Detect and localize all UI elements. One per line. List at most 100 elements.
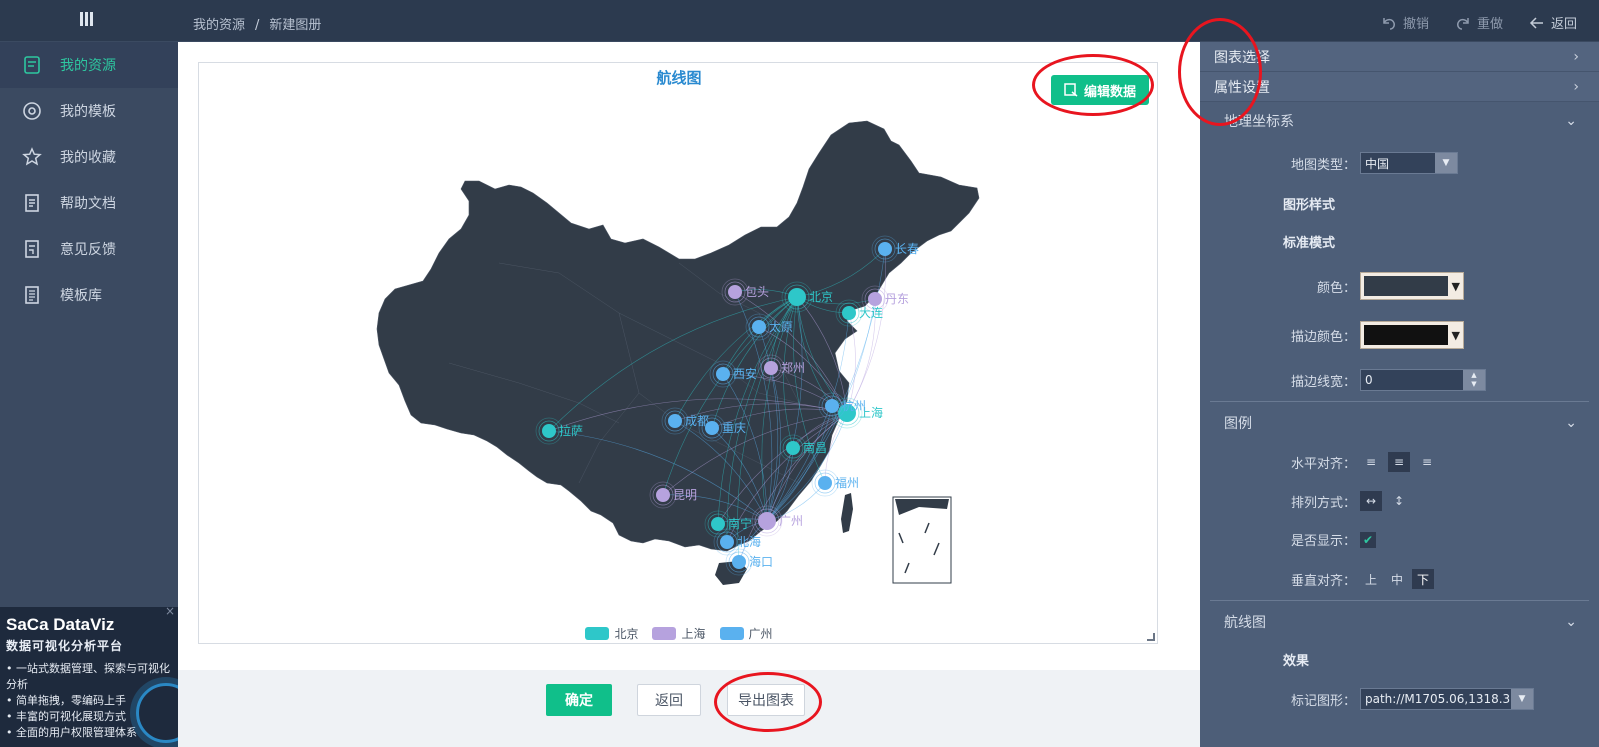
city-label: 北海 — [737, 534, 761, 549]
layout-label: 排列方式： — [1290, 495, 1356, 511]
v-align-middle[interactable]: 中 — [1386, 569, 1408, 589]
redo-icon — [1456, 17, 1469, 30]
color-picker[interactable]: ▼ — [1360, 272, 1464, 300]
shape-style-title: 图形样式 — [1283, 198, 1336, 213]
chart-legend: 北京 上海 广州 — [199, 625, 1159, 642]
export-chart-button[interactable]: 导出图表 — [727, 684, 805, 716]
legend-item-beijing[interactable]: 北京 — [585, 625, 638, 642]
legend-swatch — [652, 627, 677, 640]
geo-section-header[interactable]: 地理坐标系 ⌄ — [1200, 102, 1599, 140]
city-dot — [818, 476, 832, 490]
border-color-swatch — [1364, 325, 1448, 345]
legend-label: 上海 — [681, 627, 706, 641]
sidebar-item-label: 我的模板 — [60, 104, 116, 120]
vertical-layout-icon[interactable]: ↕ — [1388, 491, 1410, 511]
city-dot — [728, 285, 742, 299]
redo-button[interactable]: 重做 — [1455, 13, 1503, 32]
divider — [1210, 600, 1589, 601]
back-button[interactable]: 返回 — [637, 684, 701, 716]
close-icon[interactable]: × — [165, 607, 175, 618]
align-left-icon[interactable]: ≡ — [1360, 452, 1382, 472]
city-label: 福州 — [835, 475, 859, 490]
arrow-left-icon — [1529, 16, 1543, 29]
v-align-options: 上 中 下 — [1360, 569, 1434, 589]
city-label: 昆明 — [673, 488, 697, 502]
chart-container[interactable]: 航线图 编辑数据 长春 包头 北京 丹东 大连 太原 郑州 西安 上海 成都 重庆 拉萨 南昌 福州 昆明南… — [198, 62, 1158, 644]
breadcrumb-root[interactable]: 我的资源 — [193, 18, 245, 33]
back-top-button[interactable]: 返回 — [1529, 13, 1577, 32]
border-color-row: 描边颜色： ▼ — [1200, 321, 1464, 349]
feedback-icon — [25, 240, 39, 258]
spinner-icon[interactable]: ▲ ▼ — [1463, 370, 1485, 390]
v-align-bottom[interactable]: 下 — [1412, 569, 1434, 589]
city-marker[interactable]: 福州 — [811, 469, 859, 497]
city-label: 重庆 — [722, 421, 746, 435]
city-label: 西安 — [733, 366, 757, 381]
sidebar-item-label: 帮助文档 — [60, 196, 116, 212]
h-align-row: 水平对齐： ≡ ≡ ≡ — [1200, 452, 1438, 472]
city-dot — [868, 292, 882, 306]
undo-button[interactable]: 撤销 — [1381, 13, 1429, 32]
sidebar-item-templates[interactable]: 我的模板 — [0, 88, 178, 134]
chevron-right-icon: › — [1573, 48, 1579, 65]
sidebar-item-label: 模板库 — [60, 288, 102, 304]
city-label: 北京 — [809, 290, 833, 304]
sidebar-item-favorites[interactable]: 我的收藏 — [0, 134, 178, 180]
sidebar-item-label: 我的资源 — [60, 58, 116, 74]
sidebar-item-help[interactable]: 帮助文档 — [0, 180, 178, 226]
v-align-top[interactable]: 上 — [1360, 569, 1382, 589]
top-actions: 撤销 重做 返回 — [1381, 13, 1577, 32]
china-route-map[interactable]: 长春包头 北京 丹东大连太原郑州西安上海成都 重庆拉萨南昌福州昆明南宁 广州北海海口杭州 — [199, 63, 1159, 623]
sidebar-item-resources[interactable]: 我的资源 — [0, 42, 178, 88]
border-width-input[interactable]: 0 ▲ ▼ — [1360, 369, 1486, 391]
chart-select-header[interactable]: 图表选择 › — [1200, 42, 1599, 72]
marker-select[interactable]: path://M1705.06,1318.313v▼ — [1360, 688, 1534, 710]
marker-row: 标记图形： path://M1705.06,1318.313v▼ — [1200, 688, 1534, 710]
color-swatch — [1364, 276, 1448, 296]
menu-toggle-icon[interactable] — [80, 12, 96, 28]
promo-title: SaCa DataViz — [6, 615, 115, 634]
city-label: 拉萨 — [559, 423, 583, 438]
city-label: 杭州 — [842, 398, 866, 413]
horizontal-layout-icon[interactable]: ↔ — [1360, 491, 1382, 511]
v-align-row: 垂直对齐： 上 中 下 — [1200, 569, 1434, 589]
confirm-button[interactable]: 确定 — [546, 684, 612, 716]
resource-icon — [24, 56, 40, 74]
city-label: 南昌 — [803, 440, 827, 455]
h-align-label: 水平对齐： — [1290, 456, 1356, 472]
color-label: 颜色： — [1316, 280, 1356, 296]
align-center-icon[interactable]: ≡ — [1388, 452, 1410, 472]
city-label: 海口 — [749, 554, 773, 569]
legend-item-guangzhou[interactable]: 广州 — [719, 625, 773, 642]
property-settings-header[interactable]: 属性设置 › — [1200, 72, 1599, 102]
legend-item-shanghai[interactable]: 上海 — [652, 625, 706, 642]
taiwan-shape — [841, 493, 853, 533]
resize-handle-icon[interactable] — [1147, 633, 1155, 641]
show-label: 是否显示： — [1290, 534, 1356, 549]
city-dot — [656, 488, 670, 502]
promo-banner[interactable]: × SaCa DataViz 数据可视化分析平台 一站式数据管理、探索与可视化分… — [0, 607, 178, 747]
map-type-select[interactable]: 中国 ▼ — [1360, 152, 1458, 174]
border-color-label: 描边颜色： — [1290, 329, 1356, 345]
city-label: 包头 — [745, 285, 769, 299]
city-dot — [758, 512, 776, 530]
sidebar-item-library[interactable]: 模板库 — [0, 272, 178, 318]
city-label: 太原 — [769, 319, 793, 334]
show-row: 是否显示： ✔ — [1200, 530, 1376, 549]
undo-label: 撤销 — [1402, 17, 1429, 32]
main-area: 航线图 编辑数据 长春 包头 北京 丹东 大连 太原 郑州 西安 上海 成都 重庆 拉萨 南昌 福州 昆明南… — [178, 42, 1200, 747]
geo-section-label: 地理坐标系 — [1224, 114, 1294, 130]
legend-section-header[interactable]: 图例 ⌄ — [1200, 404, 1599, 442]
chart-canvas-area: 航线图 编辑数据 长春 包头 北京 丹东 大连 太原 郑州 西安 上海 成都 重庆 拉萨 南昌 福州 昆明南… — [178, 42, 1200, 670]
sidebar: 我的资源 我的模板 我的收藏 帮助文档 意见反馈 模板库 × SaCa Data… — [0, 42, 178, 747]
show-checkbox[interactable]: ✔ — [1360, 531, 1376, 548]
sidebar-item-feedback[interactable]: 意见反馈 — [0, 226, 178, 272]
redo-label: 重做 — [1476, 17, 1503, 32]
border-color-picker[interactable]: ▼ — [1360, 321, 1464, 349]
library-icon — [25, 286, 39, 304]
legend-label: 北京 — [614, 627, 639, 641]
align-right-icon[interactable]: ≡ — [1416, 452, 1438, 472]
city-dot — [842, 306, 856, 320]
route-section-header[interactable]: 航线图 ⌄ — [1200, 603, 1599, 641]
city-dot — [878, 242, 892, 256]
